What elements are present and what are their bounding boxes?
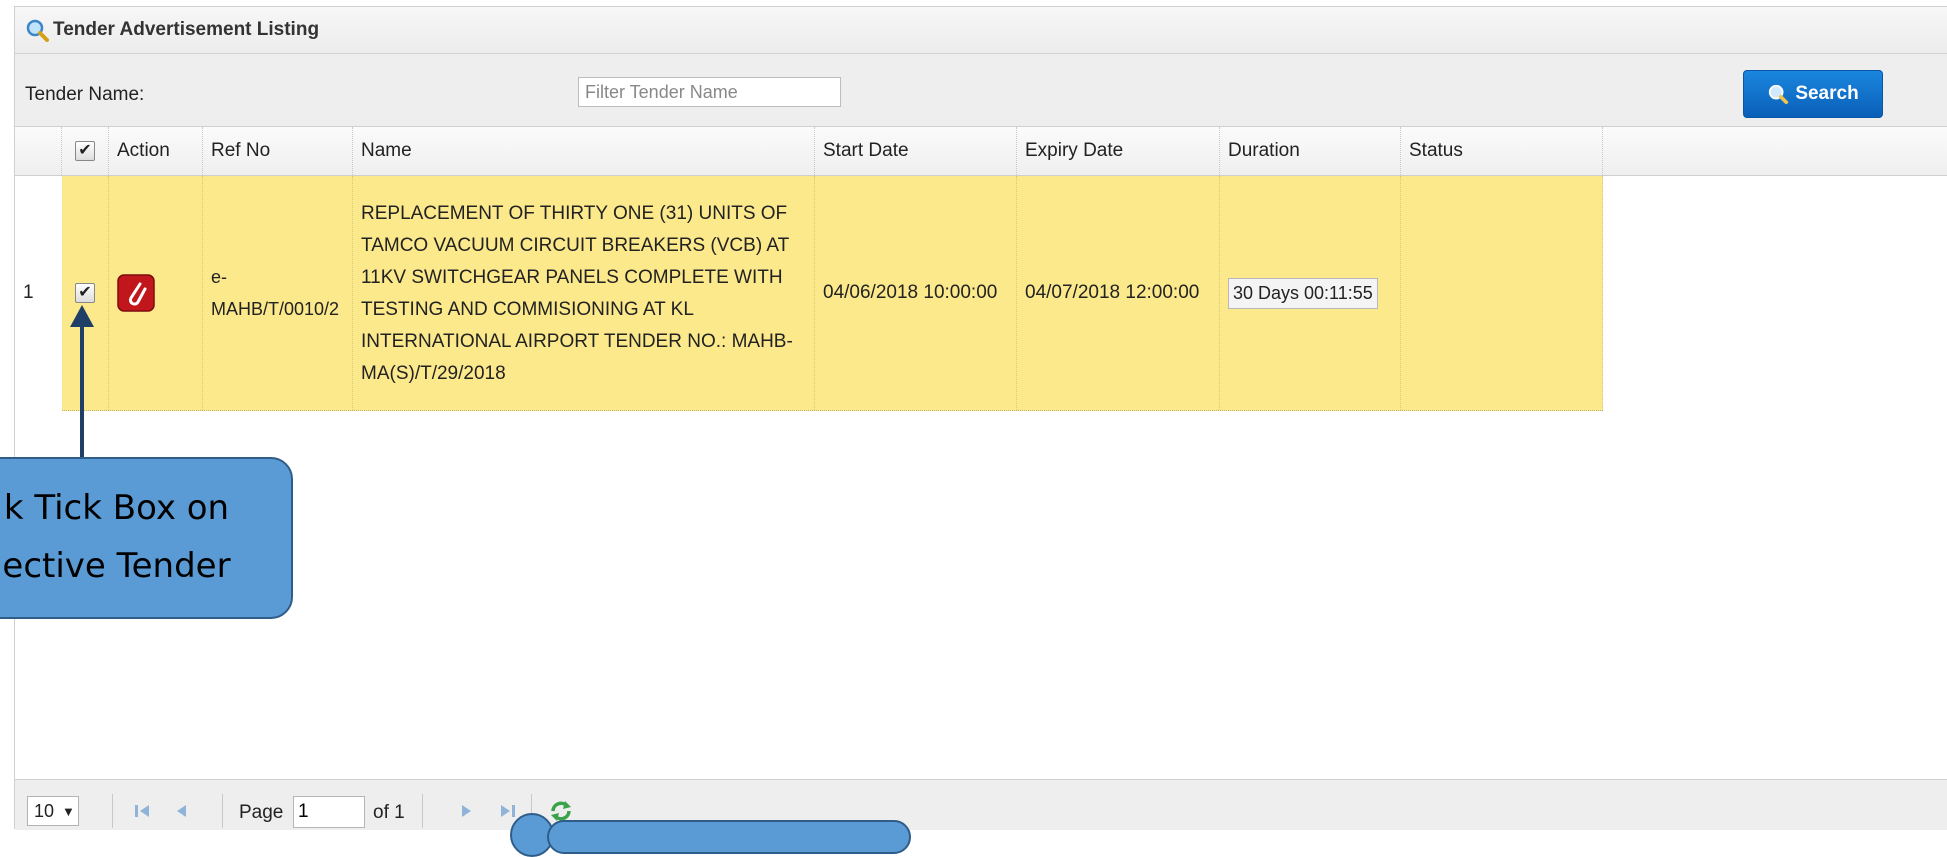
header-select-all: ✔: [62, 127, 109, 175]
separator: [112, 794, 113, 828]
page-size-select[interactable]: 10 ▼: [27, 796, 79, 826]
status-cell: [1401, 176, 1603, 410]
column-header-duration[interactable]: Duration: [1220, 127, 1401, 175]
grid-header: ✔ Action Ref No Name Start Date Expiry D…: [15, 127, 1947, 176]
column-header-expiry-date[interactable]: Expiry Date: [1017, 127, 1220, 175]
panel-header: Tender Advertisement Listing: [15, 7, 1947, 54]
page-size-value: 10: [34, 800, 55, 821]
tender-name-filter-input[interactable]: [578, 77, 841, 107]
page-count-label: of 1: [373, 802, 405, 823]
row-number: 1: [23, 282, 34, 303]
panel-title: Tender Advertisement Listing: [53, 19, 320, 40]
tender-name-label: Tender Name:: [25, 84, 145, 105]
callout-arrow: [80, 318, 84, 458]
tender-name-cell: REPLACEMENT OF THIRTY ONE (31) UNITS OF …: [353, 176, 815, 410]
filter-bar: Tender Name: Search: [15, 54, 1947, 127]
separator: [422, 794, 423, 828]
prev-page-icon[interactable]: [171, 800, 193, 822]
duration-cell: 30 Days 00:11:55: [1220, 176, 1401, 410]
start-date-cell: 04/06/2018 10:00:00: [815, 176, 1017, 410]
header-rownum: [15, 127, 62, 175]
action-cell: [109, 176, 203, 410]
paperclip-icon[interactable]: [117, 274, 155, 312]
chevron-down-icon: ▼: [62, 803, 75, 819]
search-icon: [1769, 84, 1789, 105]
column-header-ref-no[interactable]: Ref No: [203, 127, 353, 175]
secondary-callout: [547, 820, 911, 854]
page-label: Page: [239, 802, 284, 823]
select-all-checkbox[interactable]: ✔: [75, 141, 95, 161]
row-checkbox[interactable]: ✔: [75, 283, 95, 303]
column-header-name[interactable]: Name: [353, 127, 815, 175]
table-row[interactable]: 1 ✔ e- MAHB/T/0010/2 REPLACEMENT OF THIR…: [15, 176, 1947, 411]
tender-listing-panel: Tender Advertisement Listing Tender Name…: [14, 6, 1947, 830]
search-button[interactable]: Search: [1743, 70, 1883, 118]
pager-bar: 10 ▼ Page of 1: [15, 779, 1947, 830]
first-page-icon[interactable]: [131, 800, 153, 822]
next-page-icon[interactable]: [455, 800, 477, 822]
separator: [222, 794, 223, 828]
search-button-label: Search: [1795, 83, 1859, 104]
duration-countdown: 30 Days 00:11:55: [1228, 277, 1378, 309]
page-number-input[interactable]: [293, 796, 365, 828]
callout-line-2: ective Tender: [2, 546, 231, 586]
expiry-date-cell: 04/07/2018 12:00:00: [1017, 176, 1220, 410]
row-select-cell: ✔: [62, 176, 109, 410]
column-header-action[interactable]: Action: [109, 127, 203, 175]
column-header-start-date[interactable]: Start Date: [815, 127, 1017, 175]
ref-no-cell: e- MAHB/T/0010/2: [203, 176, 353, 410]
callout-line-1: k Tick Box on: [3, 488, 230, 528]
arrow-head-icon: [70, 305, 94, 327]
magnifier-icon: [26, 19, 49, 42]
column-header-status[interactable]: Status: [1401, 127, 1603, 175]
instruction-callout: k Tick Box on ective Tender: [0, 457, 293, 619]
